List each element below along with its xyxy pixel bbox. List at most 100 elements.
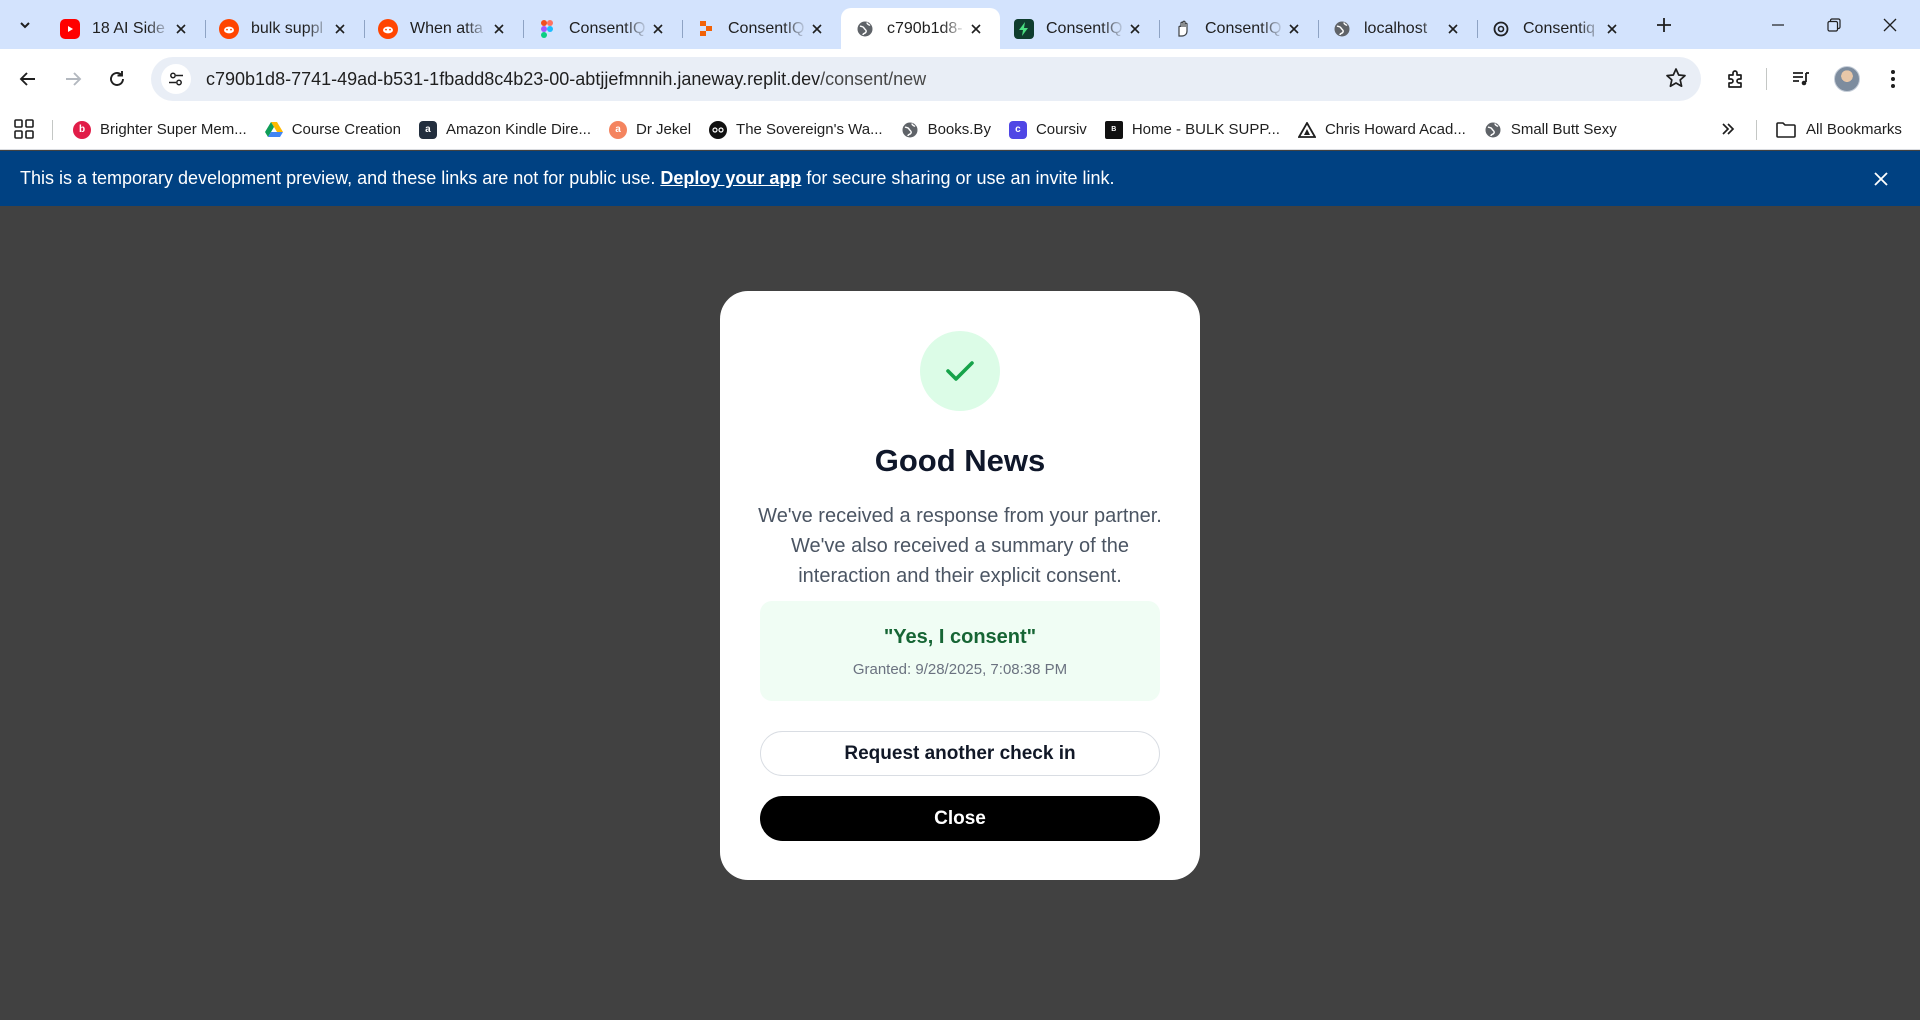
amazon-icon: a [418, 120, 437, 139]
browser-tab[interactable]: 18 AI Side [46, 8, 205, 49]
tab-title: localhost [1364, 19, 1428, 37]
bookmarks-divider [52, 120, 53, 140]
restore-button[interactable] [1806, 0, 1862, 49]
bookmark-item[interactable]: Chris Howard Acad... [1289, 115, 1475, 145]
google-drive-icon [264, 121, 283, 139]
banner-text: This is a temporary development preview,… [20, 168, 1115, 189]
browser-tab[interactable]: Consentiq [1477, 8, 1636, 49]
apps-grid-icon [14, 119, 34, 139]
bookmark-label: Small Butt Sexy [1510, 121, 1617, 138]
bookmark-item[interactable]: Course Creation [256, 115, 410, 145]
triangle-icon [1297, 121, 1316, 139]
close-icon[interactable] [330, 19, 350, 39]
tab-title: When atta [410, 19, 483, 37]
success-badge [920, 331, 1000, 411]
media-controls-button[interactable] [1784, 62, 1818, 96]
reddit-icon [378, 18, 398, 39]
close-icon[interactable] [807, 19, 827, 39]
close-icon[interactable] [648, 19, 668, 39]
apps-button[interactable] [14, 119, 34, 144]
all-bookmarks-button[interactable]: All Bookmarks [1776, 109, 1902, 150]
back-button[interactable] [11, 62, 45, 96]
minimize-icon [1772, 23, 1784, 26]
bookmark-star-button[interactable] [1665, 67, 1687, 94]
folder-icon [1776, 121, 1796, 138]
browser-tab[interactable]: ConsentIQ [1159, 8, 1318, 49]
tab-title: bulk suppl [251, 19, 324, 37]
banner-close-button[interactable] [1870, 168, 1892, 190]
toolbar-divider [1766, 68, 1767, 90]
reload-button[interactable] [100, 62, 134, 96]
restore-icon [1827, 17, 1841, 32]
bookmark-item[interactable]: a Dr Jekel [600, 115, 700, 145]
site-info-button[interactable] [161, 64, 191, 94]
address-bar[interactable]: c790b1d8-7741-49ad-b531-1fbadd8c4b23-00-… [151, 57, 1701, 101]
tune-icon [169, 72, 183, 86]
browser-tab[interactable]: ConsentIQ [682, 8, 841, 49]
puzzle-icon [1728, 70, 1742, 88]
window-close-button[interactable] [1862, 0, 1918, 49]
banner-text-before: This is a temporary development preview,… [20, 168, 656, 188]
close-icon[interactable] [1125, 19, 1145, 39]
coursiv-icon: c [1008, 120, 1027, 139]
arrow-left-icon [19, 72, 35, 86]
bookmark-item[interactable]: B Home - BULK SUPP... [1096, 115, 1289, 145]
bookmark-label: The Sovereign's Wa... [736, 121, 883, 138]
close-icon[interactable] [489, 19, 509, 39]
bulk-icon: B [1104, 120, 1123, 139]
figma-icon [537, 19, 557, 39]
bookmark-item[interactable]: a Amazon Kindle Dire... [410, 115, 600, 145]
globe-icon [1484, 121, 1502, 139]
browser-toolbar: c790b1d8-7741-49ad-b531-1fbadd8c4b23-00-… [0, 49, 1920, 109]
tab-title: 18 AI Side [92, 19, 165, 37]
request-check-in-button[interactable]: Request another check in [760, 731, 1160, 776]
browser-tab[interactable]: ConsentIQ [523, 8, 682, 49]
browser-tab-active[interactable]: c790b1d8- [841, 8, 1000, 49]
browser-menu-button[interactable] [1876, 62, 1910, 96]
tab-title: c790b1d8- [887, 19, 963, 37]
close-icon[interactable] [171, 19, 191, 39]
close-icon[interactable] [966, 19, 986, 39]
bookmark-item[interactable]: Books.By [892, 115, 1000, 145]
consent-summary-box: "Yes, I consent" Granted: 9/28/2025, 7:0… [760, 601, 1160, 701]
more-vert-icon [1891, 70, 1895, 88]
bookmarks-divider [1756, 120, 1757, 140]
minimize-button[interactable] [1750, 0, 1806, 49]
forward-button[interactable] [56, 62, 90, 96]
profile-button[interactable] [1830, 62, 1864, 96]
close-button[interactable]: Close [760, 796, 1160, 841]
tab-title: ConsentIQ [1205, 19, 1282, 37]
new-tab-button[interactable] [1651, 12, 1677, 38]
tab-title: Consentiq [1523, 19, 1596, 37]
close-icon[interactable] [1284, 19, 1304, 39]
brighter-icon: b [73, 120, 91, 139]
bookmark-item[interactable]: The Sovereign's Wa... [700, 115, 892, 145]
bookmark-label: Brighter Super Mem... [100, 121, 247, 138]
avatar [1834, 66, 1860, 92]
browser-tab[interactable]: ConsentIQ [1000, 8, 1159, 49]
url-text[interactable]: c790b1d8-7741-49ad-b531-1fbadd8c4b23-00-… [206, 69, 926, 90]
bookmark-list: b Brighter Super Mem... Course Creation … [64, 109, 1626, 150]
more-bookmarks-button[interactable] [1716, 117, 1740, 141]
browser-tab[interactable]: localhost [1318, 8, 1477, 49]
tab-search-button[interactable] [11, 11, 39, 39]
browser-tab[interactable]: When atta [364, 8, 523, 49]
close-icon[interactable] [1602, 19, 1622, 39]
bookmark-label: Books.By [927, 121, 991, 138]
deploy-app-link[interactable]: Deploy your app [660, 168, 801, 188]
browser-tab[interactable]: bulk suppl [205, 8, 364, 49]
bookmark-label: Chris Howard Acad... [1324, 121, 1466, 138]
chevron-double-right-icon [1722, 123, 1735, 135]
bookmark-item[interactable]: Small Butt Sexy [1475, 115, 1626, 145]
sovereign-icon [709, 120, 728, 139]
close-icon[interactable] [1443, 19, 1463, 39]
extensions-button[interactable] [1719, 62, 1753, 96]
bookmark-item[interactable]: c Coursiv [1000, 115, 1096, 145]
globe-icon [855, 19, 875, 39]
bookmark-label: Home - BULK SUPP... [1131, 121, 1280, 138]
bookmark-item[interactable]: b Brighter Super Mem... [64, 115, 256, 145]
all-bookmarks-label: All Bookmarks [1806, 121, 1902, 138]
globe-icon [901, 121, 919, 139]
bookmark-label: Amazon Kindle Dire... [445, 121, 592, 138]
bookmark-label: Coursiv [1035, 121, 1087, 138]
